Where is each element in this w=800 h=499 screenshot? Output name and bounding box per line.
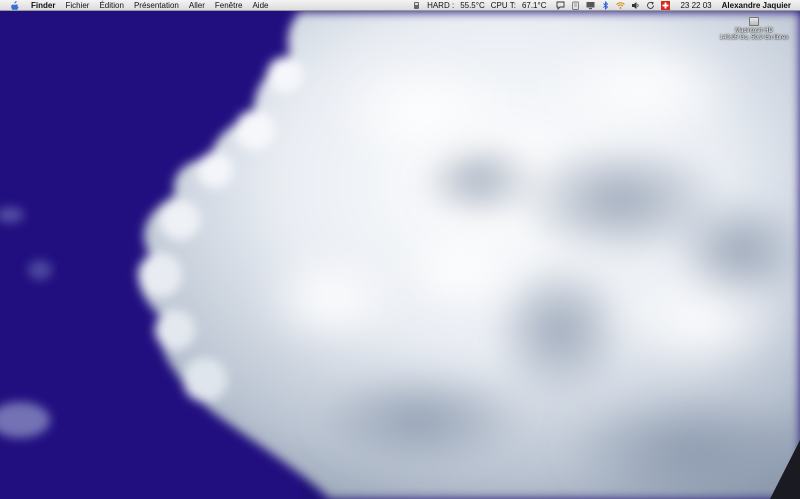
menu-aller[interactable]: Aller — [184, 0, 210, 10]
desktop[interactable]: Finder Fichier Édition Présentation Alle… — [0, 0, 800, 499]
menu-finder[interactable]: Finder — [26, 0, 60, 10]
volume-icon[interactable] — [631, 1, 640, 10]
menu-clock[interactable]: 23 22 03 — [677, 0, 714, 10]
cloud-wallpaper — [0, 0, 800, 499]
wifi-icon[interactable] — [616, 1, 626, 10]
menu-bar-left: Finder Fichier Édition Présentation Alle… — [0, 0, 273, 10]
apple-icon[interactable] — [10, 0, 20, 10]
menu-presentation[interactable]: Présentation — [129, 0, 184, 10]
bluetooth-icon[interactable] — [601, 0, 610, 10]
disk-name: Macintosh HD — [735, 28, 773, 34]
display-icon[interactable] — [586, 1, 595, 10]
user-name[interactable]: Alexandre Jaquier — [719, 0, 794, 10]
clipboard-icon[interactable] — [571, 1, 580, 10]
menu-fichier[interactable]: Fichier — [60, 0, 94, 10]
menu-bar-extras: HARD : 55.5°C CPU T: 67.1°C 23 22 03 Ale… — [409, 0, 800, 10]
menu-bar: Finder Fichier Édition Présentation Alle… — [0, 0, 800, 11]
hard-disk-icon[interactable] — [749, 17, 759, 26]
menu-aide[interactable]: Aide — [247, 0, 273, 10]
chat-icon[interactable] — [556, 1, 565, 10]
hard-temp-label: HARD : — [427, 0, 455, 10]
cpu-temp-value: 67.1°C — [521, 0, 547, 10]
menu-fenetre[interactable]: Fenêtre — [210, 0, 248, 10]
hard-temp-value: 55.5°C — [460, 0, 485, 10]
menu-edition[interactable]: Édition — [94, 0, 128, 10]
disk-info: 149,05 Go, 50,9 Go libres — [719, 35, 789, 41]
swiss-flag-icon[interactable] — [661, 0, 671, 10]
cpu-temp-label: CPU T: — [490, 0, 516, 10]
macintosh-hd-disk[interactable]: Macintosh HD 149,05 Go, 50,9 Go libres — [708, 17, 800, 42]
sync-icon[interactable] — [646, 1, 655, 10]
temperature-monitor-icon[interactable] — [412, 1, 421, 10]
